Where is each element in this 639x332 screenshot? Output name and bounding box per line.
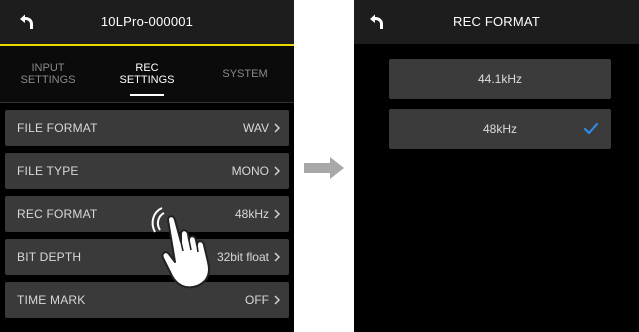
tab-rec-settings-label: REC SETTINGS [119,62,175,86]
option-label: 44.1kHz [477,72,523,86]
menu-item-label: BIT DEPTH [17,250,82,264]
menu-item-value: MONO [231,164,269,178]
tapping-hand-icon [151,207,210,289]
device-title: 10LPro-000001 [100,14,194,29]
menu-item-label: TIME MARK [17,293,86,307]
tab-system-label: SYSTEM [222,68,268,80]
menu-item-value: 48kHz [234,207,269,221]
tab-input-settings-label: INPUT SETTINGS [20,62,76,86]
option-48khz[interactable]: 48kHz [389,109,611,149]
menu-item-label: FILE TYPE [17,164,79,178]
screen-title: REC FORMAT [453,14,540,29]
chevron-right-icon [274,295,280,305]
menu-item-value: WAV [243,121,269,135]
tab-bar: INPUT SETTINGS REC SETTINGS SYSTEM [0,46,294,103]
rec-format-screen: REC FORMAT 44.1kHz 48kHz [354,0,639,332]
menu-item-time-mark[interactable]: TIME MARK OFF [5,282,289,318]
top-bar: REC FORMAT [354,0,639,44]
active-tab-indicator [130,94,164,96]
menu-item-rec-format[interactable]: REC FORMAT 48kHz [5,196,289,232]
option-label: 48kHz [482,122,517,136]
tab-input-settings[interactable]: INPUT SETTINGS [0,46,96,102]
top-bar: 10LPro-000001 [0,0,294,46]
chevron-right-icon [274,209,280,219]
chevron-right-icon [274,166,280,176]
menu-item-file-type[interactable]: FILE TYPE MONO [5,153,289,189]
chevron-right-icon [274,252,280,262]
menu-item-label: FILE FORMAT [17,121,98,135]
option-44-1khz[interactable]: 44.1kHz [389,59,611,99]
tab-rec-settings[interactable]: REC SETTINGS [98,46,196,102]
menu-item-label: REC FORMAT [17,207,98,221]
menu-item-value: OFF [245,293,269,307]
arrow-right-icon [304,157,344,179]
chevron-right-icon [274,123,280,133]
rec-settings-screen: 10LPro-000001 INPUT SETTINGS REC SETTING… [0,0,294,332]
menu-item-file-format[interactable]: FILE FORMAT WAV [5,110,289,146]
tab-system[interactable]: SYSTEM [196,46,294,102]
menu-item-bit-depth[interactable]: BIT DEPTH 32bit float [5,239,289,275]
checkmark-icon [584,123,598,134]
